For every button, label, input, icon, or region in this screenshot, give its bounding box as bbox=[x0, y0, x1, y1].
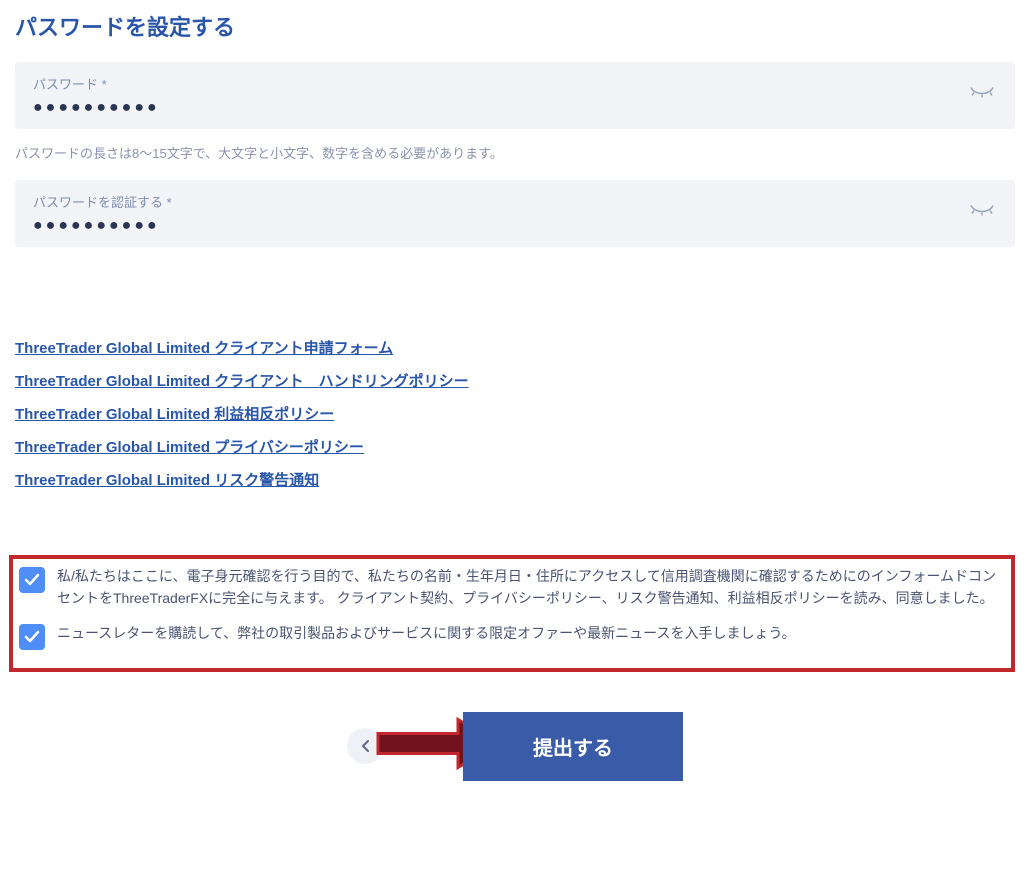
consent-terms-checkbox[interactable] bbox=[19, 567, 45, 593]
confirm-password-value: ●●●●●●●●●● bbox=[33, 217, 997, 235]
password-field[interactable]: パスワード * ●●●●●●●●●● bbox=[15, 62, 1015, 129]
consent-newsletter-text: ニュースレターを購読して、弊社の取引製品およびサービスに関する限定オファーや最新… bbox=[57, 622, 796, 644]
link-risk-notice[interactable]: ThreeTrader Global Limited リスク警告通知 bbox=[15, 469, 1015, 490]
link-conflict-policy[interactable]: ThreeTrader Global Limited 利益相反ポリシー bbox=[15, 403, 1015, 424]
consent-terms-text: 私/私たちはここに、電子身元確認を行う目的で、私たちの名前・生年月日・住所にアク… bbox=[57, 565, 1005, 610]
eye-hidden-icon[interactable] bbox=[969, 203, 995, 224]
password-value: ●●●●●●●●●● bbox=[33, 99, 997, 117]
eye-hidden-icon[interactable] bbox=[969, 85, 995, 106]
submit-button[interactable]: 提出する bbox=[463, 712, 683, 781]
page-title: パスワードを設定する bbox=[15, 10, 1015, 42]
consent-newsletter-checkbox[interactable] bbox=[19, 624, 45, 650]
link-handling-policy[interactable]: ThreeTrader Global Limited クライアント ハンドリング… bbox=[15, 370, 1015, 391]
highlight-annotation: 私/私たちはここに、電子身元確認を行う目的で、私たちの名前・生年月日・住所にアク… bbox=[9, 555, 1015, 672]
action-bar: バック 提出する bbox=[15, 712, 1015, 781]
password-label: パスワード * bbox=[33, 74, 997, 93]
consent-newsletter-row: ニュースレターを購読して、弊社の取引製品およびサービスに関する限定オファーや最新… bbox=[19, 622, 1005, 650]
consent-terms-row: 私/私たちはここに、電子身元確認を行う目的で、私たちの名前・生年月日・住所にアク… bbox=[19, 565, 1005, 610]
confirm-password-label: パスワードを認証する * bbox=[33, 192, 997, 211]
confirm-password-field[interactable]: パスワードを認証する * ●●●●●●●●●● bbox=[15, 180, 1015, 247]
document-links: ThreeTrader Global Limited クライアント申請フォーム … bbox=[15, 337, 1015, 490]
link-application-form[interactable]: ThreeTrader Global Limited クライアント申請フォーム bbox=[15, 337, 1015, 358]
link-privacy-policy[interactable]: ThreeTrader Global Limited プライバシーポリシー bbox=[15, 436, 1015, 457]
password-hint: パスワードの長さは8～15文字で、大文字と小文字、数字を含める必要があります。 bbox=[15, 143, 1015, 162]
